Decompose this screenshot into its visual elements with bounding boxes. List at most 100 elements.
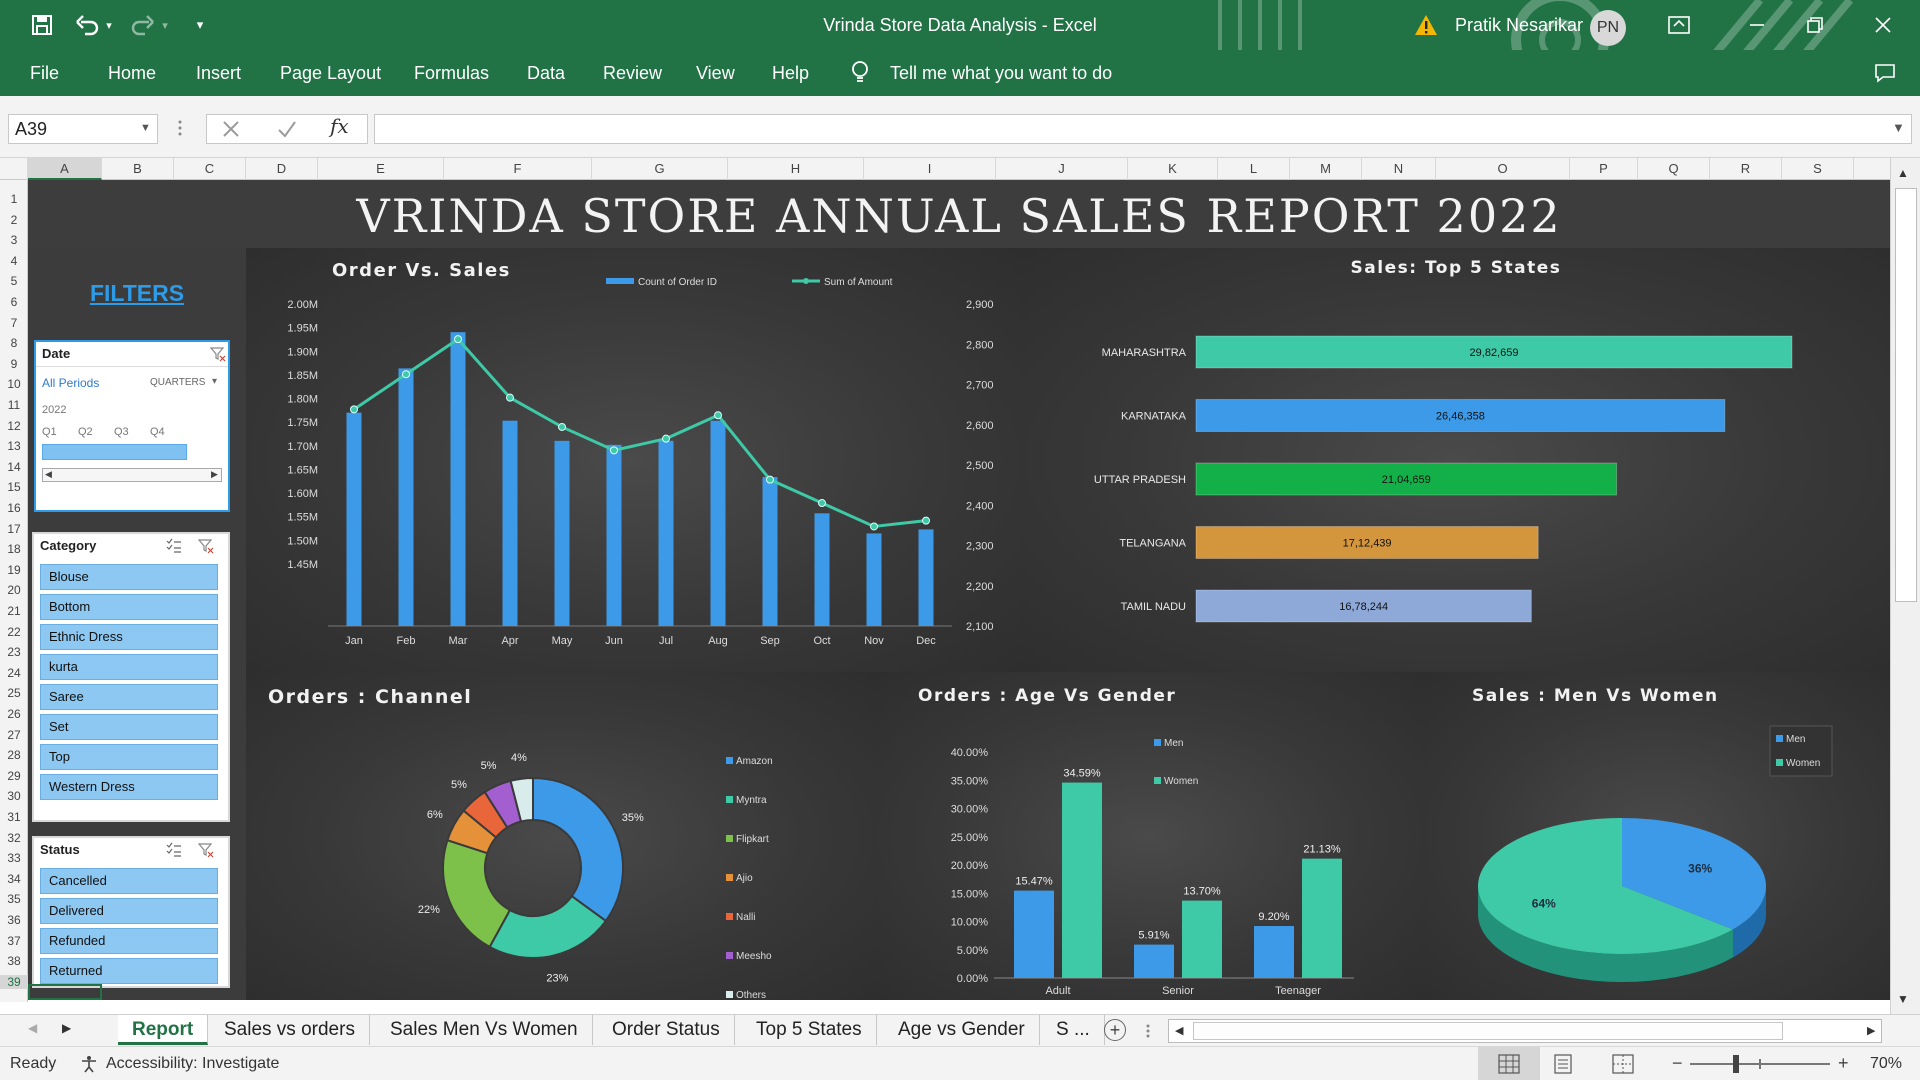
row-header[interactable]: 14 [0, 460, 28, 474]
row-header[interactable]: 9 [0, 357, 28, 371]
avatar[interactable]: PN [1590, 10, 1626, 46]
slicer-item-ethnic-dress[interactable]: Ethnic Dress [40, 624, 218, 650]
name-box[interactable]: A39 [8, 114, 158, 144]
row-header[interactable]: 11 [0, 398, 28, 412]
row-header[interactable]: 23 [0, 645, 28, 659]
cancel-entry-icon[interactable] [220, 118, 242, 145]
column-header[interactable]: N [1362, 158, 1436, 180]
row-header[interactable]: 20 [0, 583, 28, 597]
tab-home[interactable]: Home [108, 50, 156, 96]
accessibility-status[interactable]: Accessibility: Investigate [106, 1055, 279, 1073]
expand-formula-bar-icon[interactable]: ▼ [1892, 120, 1905, 135]
close-icon[interactable] [1868, 10, 1898, 40]
time-level-dropdown[interactable]: QUARTERS [150, 377, 205, 388]
row-header[interactable]: 16 [0, 501, 28, 515]
tab-page-layout[interactable]: Page Layout [280, 50, 381, 96]
column-header[interactable]: E [318, 158, 444, 180]
row-header[interactable]: 17 [0, 522, 28, 536]
slicer-item-saree[interactable]: Saree [40, 684, 218, 710]
slicer-item-set[interactable]: Set [40, 714, 218, 740]
clear-filter-icon[interactable] [197, 842, 214, 863]
quarter-label[interactable]: Q3 [114, 426, 129, 438]
lightbulb-icon[interactable] [850, 50, 872, 96]
clear-filter-icon[interactable] [197, 538, 214, 559]
row-header[interactable]: 28 [0, 748, 28, 762]
sheet-tab-sales-vs-orders[interactable]: Sales vs orders [210, 1015, 370, 1045]
scroll-left-icon[interactable]: ◀ [1175, 1024, 1183, 1037]
row-header[interactable]: 7 [0, 316, 28, 330]
column-header[interactable]: J [996, 158, 1128, 180]
timeline-scrollbar[interactable]: ◀ ▶ [42, 468, 222, 482]
slicer-item-cancelled[interactable]: Cancelled [40, 868, 218, 894]
time-level-dropdown-icon[interactable]: ▾ [212, 376, 217, 387]
tell-me-search[interactable]: Tell me what you want to do [890, 50, 1112, 96]
quarter-label[interactable]: Q2 [78, 426, 93, 438]
tab-insert[interactable]: Insert [196, 50, 241, 96]
restore-icon[interactable] [1800, 10, 1830, 40]
minimize-icon[interactable] [1742, 10, 1772, 40]
warning-icon[interactable] [1412, 10, 1440, 40]
tab-view[interactable]: View [696, 50, 735, 96]
scroll-up-icon[interactable]: ▲ [1897, 166, 1909, 180]
zoom-slider-thumb[interactable] [1733, 1055, 1739, 1073]
slicer-item-refunded[interactable]: Refunded [40, 928, 218, 954]
column-header[interactable]: S [1782, 158, 1854, 180]
tab-review[interactable]: Review [603, 50, 662, 96]
row-header[interactable]: 2 [0, 213, 28, 227]
select-all-corner[interactable] [0, 158, 28, 180]
page-layout-view-icon[interactable] [1552, 1054, 1574, 1079]
row-header[interactable]: 3 [0, 233, 28, 247]
column-header[interactable]: O [1436, 158, 1570, 180]
tab-formulas[interactable]: Formulas [414, 50, 489, 96]
quarter-label[interactable]: Q1 [42, 426, 57, 438]
row-header[interactable]: 26 [0, 707, 28, 721]
zoom-slider[interactable] [1690, 1055, 1830, 1073]
row-header[interactable]: 22 [0, 625, 28, 639]
column-header[interactable]: I [864, 158, 996, 180]
column-header[interactable]: C [174, 158, 246, 180]
row-header[interactable]: 18 [0, 542, 28, 556]
column-header[interactable]: L [1218, 158, 1290, 180]
tab-file[interactable]: File [30, 50, 59, 96]
slicer-item-bottom[interactable]: Bottom [40, 594, 218, 620]
row-header[interactable]: 34 [0, 872, 28, 886]
column-header[interactable]: G [592, 158, 728, 180]
all-periods-label[interactable]: All Periods [42, 376, 99, 390]
row-header[interactable]: 4 [0, 254, 28, 268]
column-header[interactable]: P [1570, 158, 1638, 180]
name-box-dropdown-icon[interactable]: ▼ [140, 122, 151, 134]
row-header[interactable]: 30 [0, 789, 28, 803]
row-header[interactable]: 35 [0, 892, 28, 906]
clear-filter-icon[interactable] [209, 346, 226, 367]
formula-input[interactable] [374, 114, 1912, 144]
sheet-tab-sales-men-vs-women[interactable]: Sales Men Vs Women [376, 1015, 593, 1045]
tab-help[interactable]: Help [772, 50, 809, 96]
slicer-item-western-dress[interactable]: Western Dress [40, 774, 218, 800]
row-header[interactable]: 19 [0, 563, 28, 577]
row-header[interactable]: 1 [0, 192, 28, 206]
active-cell[interactable] [28, 984, 102, 1000]
row-header[interactable]: 38 [0, 954, 28, 968]
next-sheet-icon[interactable]: ▶ [62, 1021, 71, 1035]
row-header[interactable]: 13 [0, 439, 28, 453]
scroll-right-icon[interactable]: ▶ [1867, 1024, 1875, 1037]
scroll-left-icon[interactable]: ◀ [45, 469, 52, 480]
timeline-selection-bar[interactable] [42, 444, 187, 460]
tab-splitter-icon[interactable] [1146, 1023, 1150, 1044]
add-sheet-icon[interactable]: + [1104, 1019, 1126, 1041]
multi-select-icon[interactable] [166, 842, 182, 863]
column-header[interactable]: H [728, 158, 864, 180]
scroll-right-icon[interactable]: ▶ [211, 469, 218, 480]
row-header[interactable]: 10 [0, 377, 28, 391]
sheet-tab-order-status[interactable]: Order Status [598, 1015, 735, 1045]
row-header[interactable]: 37 [0, 934, 28, 948]
sheet-tab-top-5-states[interactable]: Top 5 States [742, 1015, 877, 1045]
slicer-item-blouse[interactable]: Blouse [40, 564, 218, 590]
slicer-item-delivered[interactable]: Delivered [40, 898, 218, 924]
slicer-item-kurta[interactable]: kurta [40, 654, 218, 680]
horizontal-scrollbar[interactable]: ◀ ▶ [1168, 1019, 1882, 1043]
status-slicer[interactable]: Status Cancelled Delivered Refunded Retu… [32, 836, 230, 988]
normal-view-button[interactable] [1478, 1047, 1540, 1080]
user-name[interactable]: Pratik Nesarikar [1455, 0, 1583, 50]
zoom-in-icon[interactable]: + [1838, 1053, 1849, 1074]
